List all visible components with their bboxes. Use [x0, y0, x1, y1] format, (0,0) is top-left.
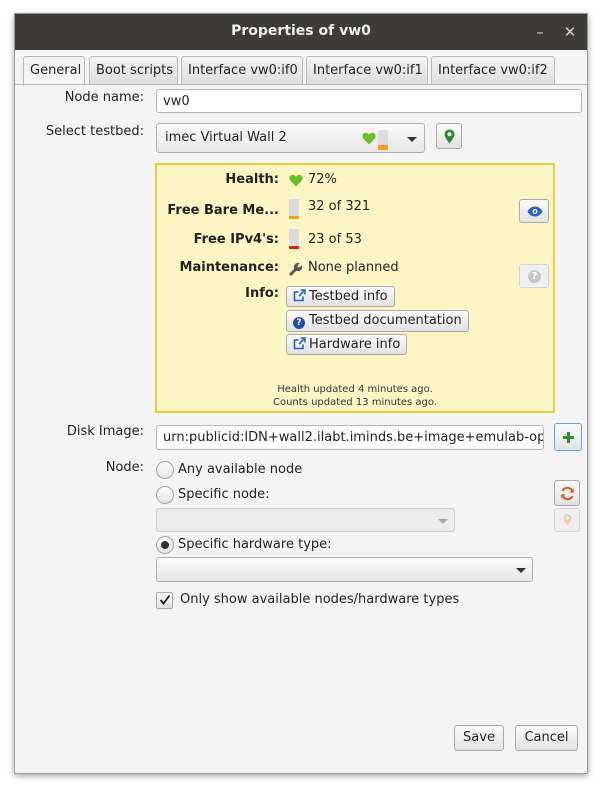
add-disk-image-button[interactable] — [554, 423, 582, 451]
tab-general[interactable]: General — [23, 56, 85, 86]
maintenance-label: Maintenance: — [179, 260, 279, 275]
testbed-documentation-button[interactable]: ? Testbed documentation — [286, 310, 469, 332]
any-available-node-label: Any available node — [178, 462, 303, 477]
minimize-button[interactable]: – — [530, 22, 550, 42]
cancel-button[interactable]: Cancel — [515, 725, 578, 751]
only-available-checkbox[interactable] — [156, 592, 173, 609]
free-bare-metal-label: Free Bare Me... — [167, 203, 279, 218]
testbed-label: Select testbed: — [45, 124, 144, 139]
checkmark-icon — [159, 594, 171, 606]
testbed-map-button[interactable] — [436, 123, 462, 149]
hardware-info-button[interactable]: Hardware info — [286, 334, 408, 355]
refresh-icon — [560, 486, 575, 501]
health-label: Health: — [225, 172, 279, 187]
tab-interface-if0[interactable]: Interface vw0:if0 — [181, 56, 303, 84]
title-bar: Properties of vw0 – ✕ — [15, 14, 587, 50]
help-icon: ? — [528, 270, 541, 283]
specific-hardware-type-radio[interactable] — [156, 536, 174, 554]
tab-interface-if1[interactable]: Interface vw0:if1 — [306, 56, 428, 84]
tab-divider — [15, 84, 587, 85]
hardware-info-button-label: Hardware info — [309, 337, 401, 352]
testbed-info-panel: Health: 72% Free Bare Me... 32 of 321 Fr… — [155, 163, 555, 413]
hardware-type-select[interactable] — [156, 557, 533, 582]
properties-dialog: Properties of vw0 – ✕ General Boot scrip… — [14, 13, 588, 774]
specific-node-radio[interactable] — [156, 486, 174, 504]
tab-boot-scripts[interactable]: Boot scripts — [89, 56, 178, 84]
external-link-icon — [293, 337, 306, 350]
testbed-info-button-label: Testbed info — [309, 289, 388, 304]
only-available-label: Only show available nodes/hardware types — [180, 592, 460, 607]
disk-image-input[interactable]: urn:publicid:IDN+wall2.ilabt.iminds.be+i… — [156, 425, 544, 450]
plus-icon — [562, 431, 575, 444]
specific-hardware-type-label: Specific hardware type: — [178, 537, 332, 552]
wrench-icon — [289, 262, 303, 276]
counts-updated-text: Counts updated 13 minutes ago. — [272, 397, 437, 408]
map-marker-icon — [444, 129, 455, 144]
window-title: Properties of vw0 — [231, 23, 371, 39]
health-updated-text: Health updated 4 minutes ago. — [277, 384, 433, 395]
question-circle-icon: ? — [293, 317, 305, 329]
maintenance-help-button: ? — [519, 264, 549, 288]
free-ipv4-label: Free IPv4's: — [193, 232, 279, 247]
node-name-input[interactable]: vw0 — [156, 89, 582, 113]
testbed-select[interactable]: imec Virtual Wall 2 — [156, 123, 425, 153]
tab-interface-if2[interactable]: Interface vw0:if2 — [431, 56, 555, 84]
health-heart-icon — [362, 132, 376, 145]
free-bare-metal-value: 32 of 321 — [308, 199, 371, 214]
chevron-down-icon — [516, 568, 526, 573]
maintenance-value: None planned — [308, 260, 399, 275]
refresh-nodes-button[interactable] — [554, 480, 580, 506]
view-details-button[interactable] — [519, 199, 549, 223]
chevron-down-icon — [407, 137, 417, 142]
any-available-node-radio[interactable] — [156, 461, 174, 479]
specific-node-label: Specific node: — [178, 487, 270, 502]
node-label: Node: — [105, 460, 144, 475]
node-location-button — [554, 508, 580, 532]
close-button[interactable]: ✕ — [560, 22, 580, 42]
specific-node-select — [156, 508, 455, 532]
free-ipv4-value: 23 of 53 — [308, 232, 362, 247]
save-button[interactable]: Save — [454, 725, 504, 751]
health-value: 72% — [308, 172, 337, 187]
bare-metal-gauge — [289, 199, 299, 219]
info-label: Info: — [245, 286, 279, 301]
testbed-select-value: imec Virtual Wall 2 — [165, 130, 287, 145]
external-link-icon — [293, 289, 306, 302]
node-name-label: Node name: — [64, 90, 144, 105]
ipv4-gauge — [289, 229, 299, 249]
testbed-info-button[interactable]: Testbed info — [286, 286, 395, 307]
testbed-capacity-gauge — [378, 130, 388, 150]
eye-icon — [527, 206, 543, 217]
map-marker-icon — [563, 514, 572, 526]
testbed-documentation-button-label: Testbed documentation — [309, 313, 462, 328]
disk-image-label: Disk Image: — [66, 424, 144, 439]
heart-icon — [289, 174, 303, 187]
tab-bar: General Boot scripts Interface vw0:if0 I… — [23, 56, 583, 86]
chevron-down-icon — [438, 519, 448, 524]
